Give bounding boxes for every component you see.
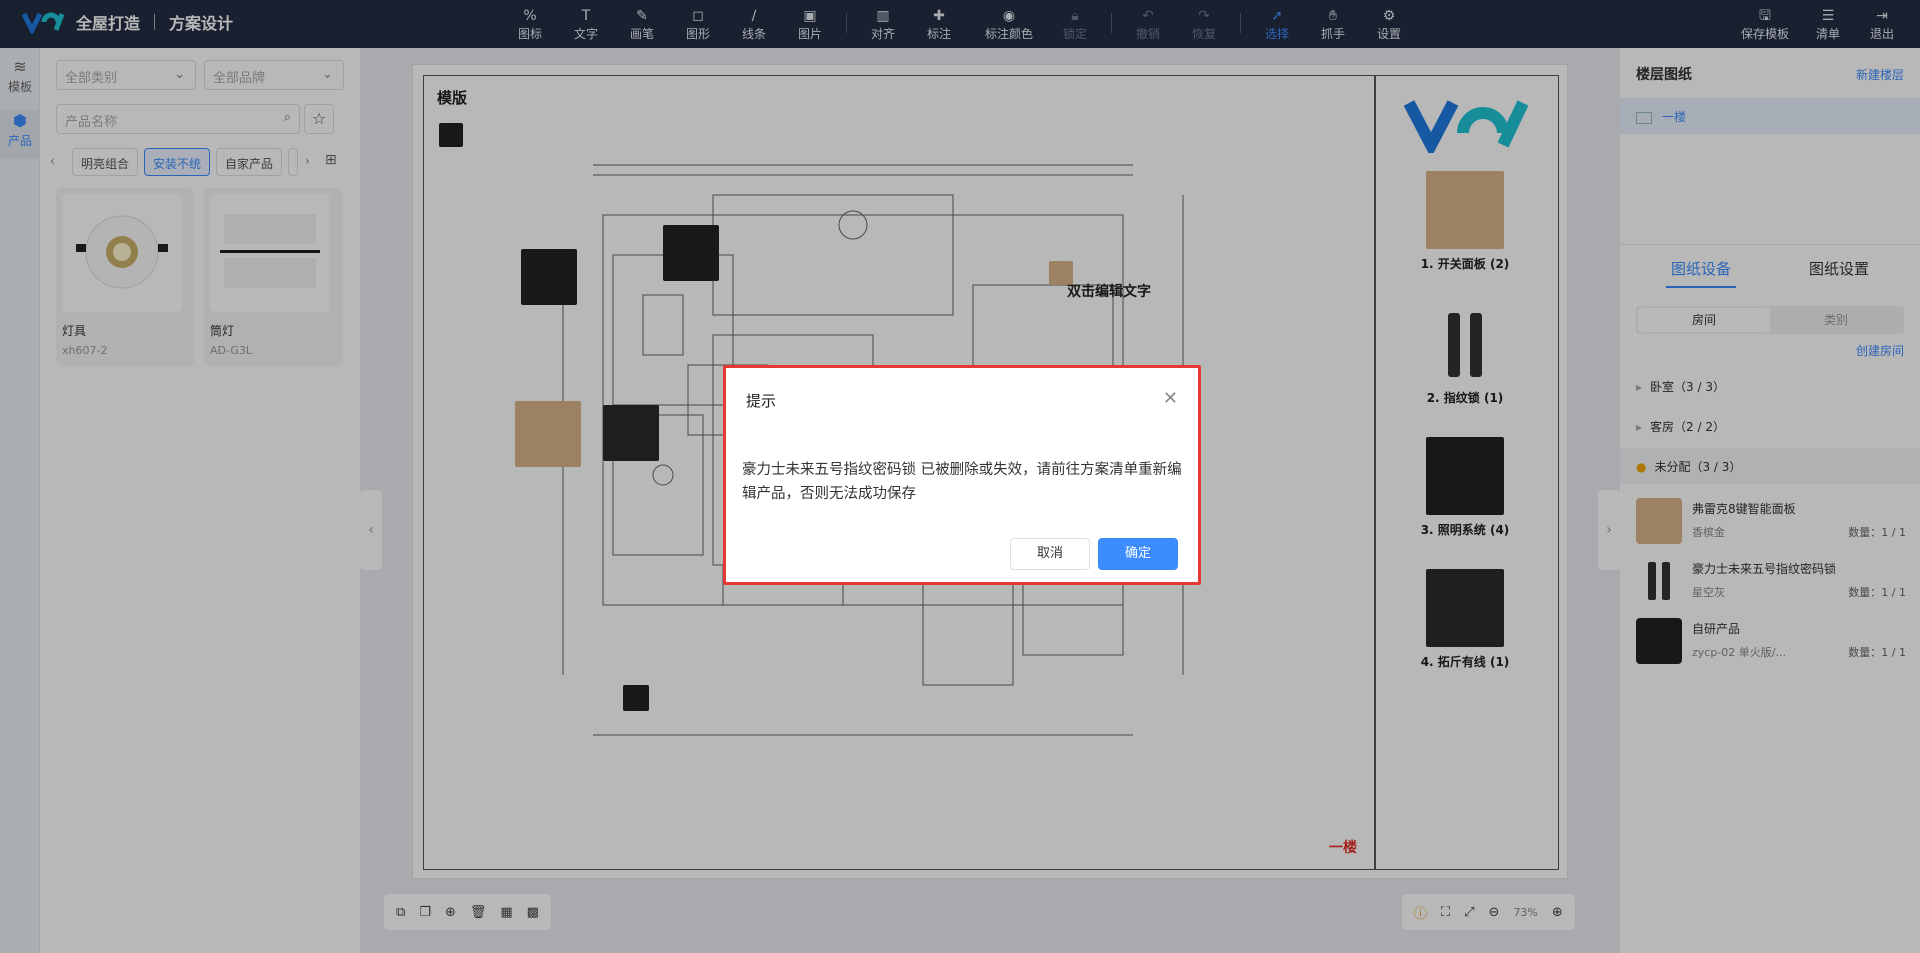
confirm-button[interactable]: 确定 [1098, 538, 1178, 570]
close-icon[interactable]: ✕ [1163, 388, 1178, 409]
dialog-message: 豪力士未来五号指纹密码锁 已被删除或失效，请前往方案清单重新编辑产品，否则无法成… [742, 462, 1182, 502]
alert-dialog: 提示 ✕ 豪力士未来五号指纹密码锁 已被删除或失效，请前往方案清单重新编辑产品，… [723, 365, 1201, 585]
cancel-button[interactable]: 取消 [1010, 538, 1090, 570]
dialog-title: 提示 [746, 392, 777, 410]
